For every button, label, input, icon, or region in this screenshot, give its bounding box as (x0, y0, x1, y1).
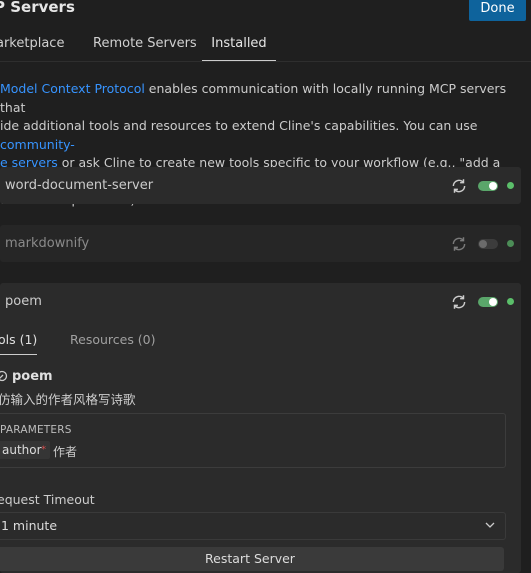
status-dot (507, 182, 514, 189)
tab-marketplace[interactable]: arketplace (0, 28, 64, 60)
server-row-word-document-server[interactable]: word-document-server (0, 167, 521, 204)
restart-server-button[interactable]: Restart Server (0, 547, 504, 571)
wrench-icon (0, 370, 8, 382)
chevron-down-icon (485, 522, 495, 528)
parameters-header: PARAMETERS (0, 424, 72, 436)
tab-remote-servers[interactable]: Remote Servers (93, 28, 197, 60)
server-name: markdownify (5, 236, 90, 251)
tab-installed[interactable]: Installed (202, 28, 276, 62)
parameter-name: author (2, 443, 42, 457)
parameter-description: 作者 (53, 445, 78, 459)
request-timeout-label: equest Timeout (0, 492, 95, 507)
tool-description: 仿输入的作者风格写诗歌 (0, 392, 136, 407)
timeout-value: 1 minute (1, 518, 58, 533)
server-toggle[interactable] (478, 181, 498, 191)
refresh-icon[interactable] (450, 177, 468, 195)
community-link[interactable]: community- (0, 137, 75, 152)
page-title: P Servers (0, 0, 75, 16)
refresh-icon[interactable] (450, 235, 468, 253)
status-dot (507, 298, 514, 305)
refresh-icon[interactable] (450, 293, 468, 311)
tab-resources[interactable]: Resources (0) (70, 332, 156, 354)
tab-bar: arketplace Remote Servers Installed (0, 28, 531, 62)
server-row-markdownify[interactable]: markdownify (0, 225, 521, 262)
tab-divider (0, 61, 531, 62)
server-name[interactable]: poem (5, 294, 42, 309)
required-marker: * (41, 445, 47, 455)
server-toggle[interactable] (478, 239, 498, 249)
tool-name: poem (12, 369, 53, 384)
timeout-select[interactable] (0, 512, 506, 540)
server-toggle[interactable] (478, 297, 498, 307)
status-dot (507, 240, 514, 247)
done-button[interactable]: Done (469, 0, 526, 21)
parameter-chip: author* (0, 441, 51, 459)
server-name: word-document-server (5, 178, 154, 193)
tab-tools[interactable]: ols (1) (0, 332, 37, 355)
mcp-link[interactable]: Model Context Protocol (0, 81, 145, 96)
